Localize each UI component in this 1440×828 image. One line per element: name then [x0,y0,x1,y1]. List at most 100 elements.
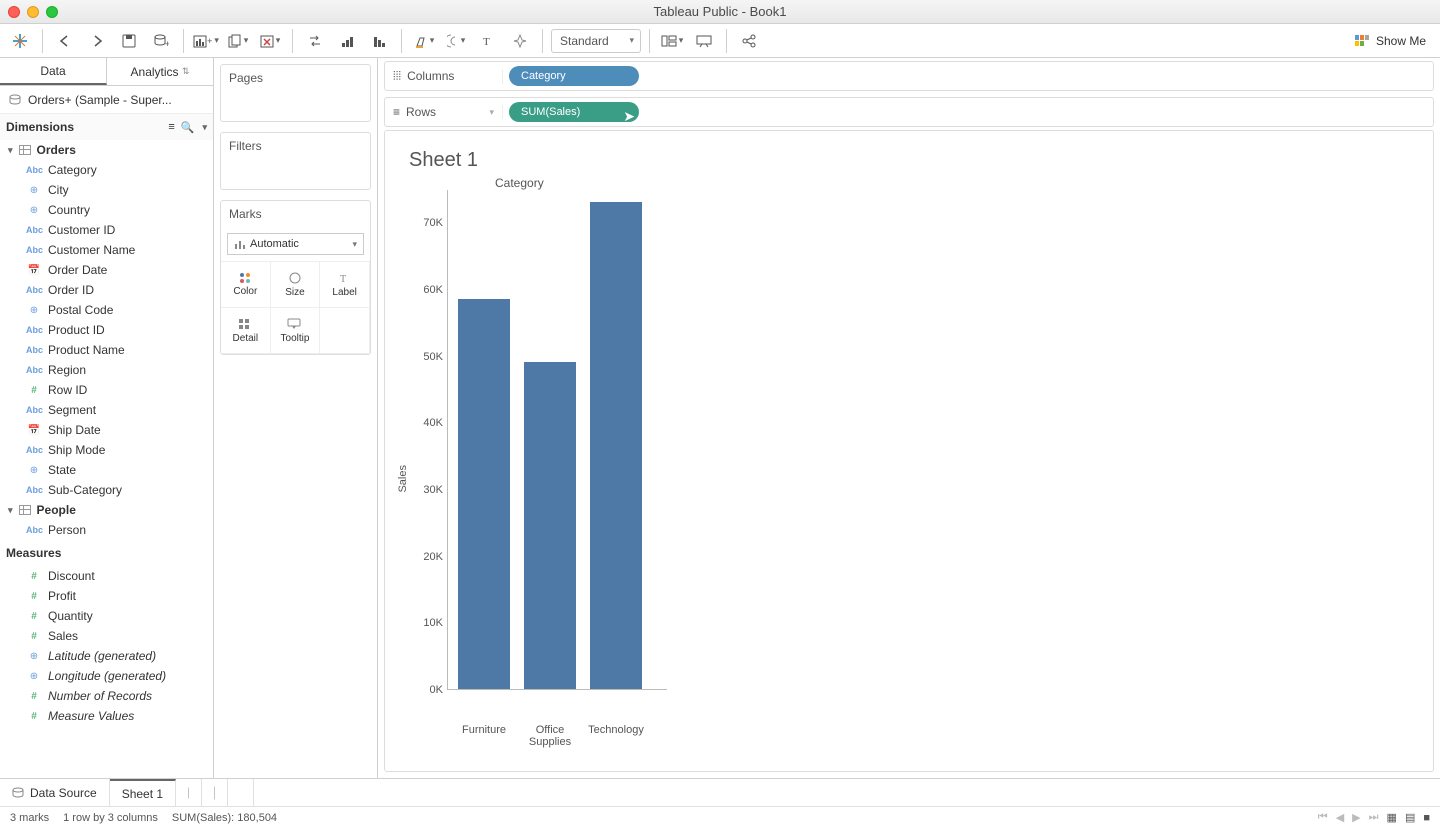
tableau-logo-icon[interactable] [6,28,34,54]
pin-button[interactable] [506,28,534,54]
field-item[interactable]: ⊕Postal Code [0,300,213,320]
nav-prev-icon[interactable]: ◀ [1336,811,1344,824]
field-item[interactable]: #Discount [0,566,213,586]
save-button[interactable] [115,28,143,54]
search-icon[interactable]: 🔍 [181,121,195,134]
new-worksheet-button[interactable]: +▾ [192,28,220,54]
field-item[interactable]: AbcProduct ID [0,320,213,340]
show-hide-cards-button[interactable]: ▾ [658,28,686,54]
sort-asc-button[interactable] [333,28,361,54]
share-button[interactable] [735,28,763,54]
view-as-icon[interactable]: ≡ [168,121,174,133]
chevron-down-icon[interactable]: ▾ [202,122,207,133]
columns-pill-category[interactable]: Category [509,66,639,86]
marks-label: Marks [221,201,370,227]
field-item[interactable]: AbcSegment [0,400,213,420]
field-item[interactable]: #Quantity [0,606,213,626]
bar-furniture[interactable] [458,299,510,689]
field-item[interactable]: ⊕Latitude (generated) [0,646,213,666]
show-me-label: Show Me [1376,34,1426,48]
clear-sheet-button[interactable]: ▾ [256,28,284,54]
sheet-tab[interactable]: Sheet 1 [110,779,176,806]
minimize-window-button[interactable] [27,6,39,18]
mark-label-button[interactable]: TLabel [320,262,370,308]
field-item[interactable]: AbcRegion [0,360,213,380]
swap-button[interactable] [301,28,329,54]
datasource-tab[interactable]: Data Source [0,779,110,806]
mark-type-select[interactable]: Automatic [227,233,364,255]
new-datasource-button[interactable]: + [147,28,175,54]
field-item[interactable]: #Measure Values [0,706,213,726]
new-worksheet-tab[interactable]: + [176,779,202,806]
field-item[interactable]: AbcCustomer ID [0,220,213,240]
maximize-window-button[interactable] [46,6,58,18]
field-item[interactable]: 📅Order Date [0,260,213,280]
shelves-column: Pages Filters Marks Automatic ColorSizeT… [214,58,378,778]
nav-last-icon[interactable]: ⏭ [1369,811,1379,824]
rows-pill-sales[interactable]: SUM(Sales) ➤ [509,102,639,122]
field-item[interactable]: 📅Ship Date [0,420,213,440]
field-item[interactable]: ⊕State [0,460,213,480]
field-item[interactable]: ⊕Longitude (generated) [0,666,213,686]
group-people[interactable]: ▾People [0,500,213,520]
chart-container: Sheet 1 Category Sales 0K10K20K30K40K50K… [384,130,1434,772]
field-item[interactable]: AbcCategory [0,160,213,180]
tab-analytics[interactable]: Analytics ⇅ [107,58,213,85]
svg-text:T: T [483,36,490,48]
field-item[interactable]: ⊕Country [0,200,213,220]
field-item[interactable]: AbcOrder ID [0,280,213,300]
field-item[interactable]: #Sales [0,626,213,646]
view-single-icon[interactable]: ■ [1423,812,1430,824]
sort-desc-button[interactable] [365,28,393,54]
field-item[interactable]: #Number of Records [0,686,213,706]
data-sidebar: Data Analytics ⇅ Orders+ (Sample - Super… [0,58,214,778]
group-button[interactable]: ▾ [442,28,470,54]
field-item[interactable]: AbcSub-Category [0,480,213,500]
new-story-tab[interactable]: + [228,779,254,806]
cursor-icon: ➤ [623,108,635,125]
viz-area: ⦙⦙⦙Columns Category ≡Rows▾ SUM(Sales) ➤ … [378,58,1440,778]
new-dashboard-tab[interactable]: + [202,779,228,806]
close-window-button[interactable] [8,6,20,18]
group-orders[interactable]: ▾Orders [0,140,213,160]
nav-next-icon[interactable]: ▶ [1352,811,1360,824]
sheet-title[interactable]: Sheet 1 [395,139,1423,176]
bar-technology[interactable] [590,202,642,689]
show-me-button[interactable]: Show Me [1346,30,1434,52]
forward-button[interactable] [83,28,111,54]
columns-icon: ⦙⦙⦙ [393,69,401,84]
field-item[interactable]: AbcShip Mode [0,440,213,460]
nav-first-icon[interactable]: ⏮ [1318,811,1328,824]
pages-shelf[interactable]: Pages [220,64,371,122]
field-item[interactable]: #Profit [0,586,213,606]
field-item[interactable]: ⊕City [0,180,213,200]
view-filmstrip-icon[interactable]: ▤ [1405,811,1415,824]
duplicate-button[interactable]: ▾ [224,28,252,54]
view-grid-icon[interactable]: ▦ [1387,811,1397,824]
highlight-button[interactable]: ▾ [410,28,438,54]
datasource-icon [8,93,22,107]
show-labels-button[interactable]: T [474,28,502,54]
tab-data[interactable]: Data [0,58,107,85]
rows-shelf[interactable]: ≡Rows▾ SUM(Sales) ➤ [384,97,1434,127]
mark-tooltip-button[interactable]: Tooltip [271,308,321,354]
mark-color-button[interactable]: Color [221,262,271,308]
field-item[interactable]: AbcCustomer Name [0,240,213,260]
presentation-mode-button[interactable] [690,28,718,54]
window-title: Tableau Public - Book1 [0,4,1440,19]
field-item[interactable]: #Row ID [0,380,213,400]
field-item[interactable]: AbcPerson [0,520,213,540]
mark-detail-button[interactable]: Detail [221,308,271,354]
filters-shelf[interactable]: Filters [220,132,371,190]
fit-dropdown[interactable]: Standard [551,29,641,53]
x-label: Technology [583,724,649,758]
back-button[interactable] [51,28,79,54]
chart-plot-area[interactable] [447,190,667,690]
mark-size-button[interactable]: Size [271,262,321,308]
field-item[interactable]: AbcProduct Name [0,340,213,360]
bar-office-supplies[interactable] [524,362,576,689]
columns-shelf[interactable]: ⦙⦙⦙Columns Category [384,61,1434,91]
y-axis-label: Sales [395,465,411,493]
datasource-row[interactable]: Orders+ (Sample - Super... [0,86,213,114]
main-toolbar: + +▾ ▾ ▾ ▾ ▾ T Standard ▾ Show Me [0,24,1440,58]
